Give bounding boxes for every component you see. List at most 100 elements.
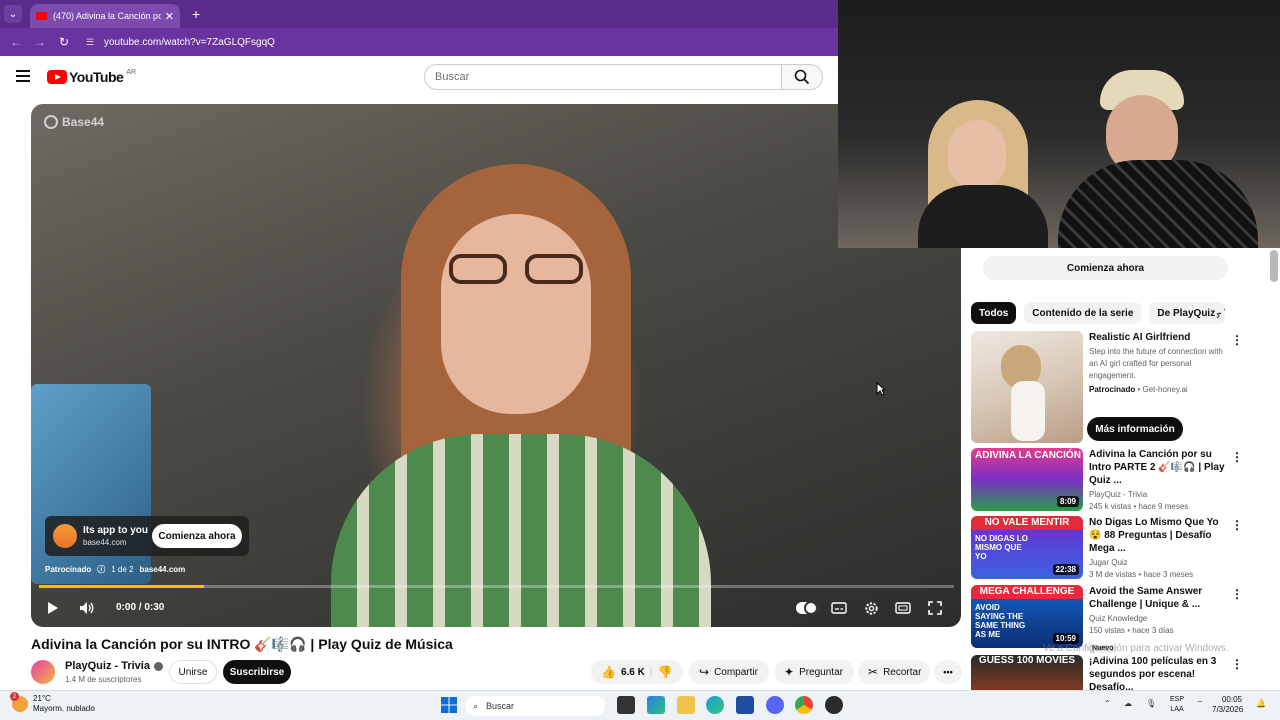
recommendation-item[interactable]: ADIVINA LA CANCIÓN 8:09 Adivina la Canci… bbox=[971, 448, 1243, 511]
like-dislike-group: 👍 6.6 K | 👎 bbox=[591, 660, 683, 684]
tray-wifi-icon[interactable]: ⌔ bbox=[1196, 699, 1204, 709]
channel-avatar[interactable] bbox=[31, 660, 55, 684]
ad-site-link[interactable]: base44.com bbox=[139, 565, 185, 574]
weather-widget[interactable]: 2 21°C Mayorm. nublado bbox=[10, 692, 95, 714]
rec-stats: 3 M de vistas • hace 3 meses bbox=[1089, 570, 1194, 579]
chip-all[interactable]: Todos bbox=[971, 302, 1017, 324]
tab-list-chevron-icon[interactable]: ⌄ bbox=[4, 5, 22, 23]
tray-mic-icon[interactable]: 🎙 bbox=[1146, 699, 1156, 708]
taskbar-search[interactable]: ⌕ Buscar bbox=[465, 696, 605, 716]
rec-channel[interactable]: PlayQuiz - Trivia bbox=[1089, 489, 1227, 501]
input-language[interactable]: ESP LAA bbox=[1170, 695, 1184, 715]
chip-from-channel[interactable]: De PlayQuiz - Tr bbox=[1149, 302, 1226, 324]
weather-desc: Mayorm. nublado bbox=[33, 704, 95, 713]
ad-domain-label: Get-honey.ai bbox=[1142, 385, 1188, 394]
ask-button[interactable]: ✦ Preguntar bbox=[774, 660, 854, 684]
tab-close-icon[interactable]: ✕ bbox=[165, 10, 174, 23]
webcam-person-left-body bbox=[918, 185, 1048, 248]
menu-icon[interactable] bbox=[16, 70, 30, 82]
like-count[interactable]: 6.6 K bbox=[621, 667, 645, 678]
back-arrow-icon[interactable]: ← bbox=[4, 35, 28, 49]
discord-icon[interactable] bbox=[766, 696, 784, 714]
subscribe-button[interactable]: Suscribirse bbox=[223, 660, 291, 684]
video-thumbnail[interactable]: NO VALE MENTIR NO DIGAS LO MISMO QUE YO … bbox=[971, 516, 1083, 579]
rec-title[interactable]: Adivina la Canción por su Intro PARTE 2 … bbox=[1089, 448, 1227, 487]
video-thumbnail[interactable]: MEGA CHALLENGE AVOID SAYING THE SAME THI… bbox=[971, 585, 1083, 648]
ad-title[interactable]: Realistic AI Girlfriend bbox=[1089, 331, 1227, 344]
copilot-icon[interactable] bbox=[647, 696, 665, 714]
webcam-person-right-body bbox=[1058, 160, 1258, 248]
ad-sponsor-line: Patrocinado ⓘ 1 de 2 base44.com bbox=[45, 564, 185, 575]
browser-tab[interactable]: (470) Adivina la Canción por su INTRO ✕ bbox=[30, 4, 180, 28]
play-button[interactable] bbox=[43, 599, 63, 617]
recommendation-item[interactable]: MEGA CHALLENGE AVOID SAYING THE SAME THI… bbox=[971, 585, 1243, 653]
clip-button[interactable]: ✂ Recortar bbox=[858, 660, 930, 684]
theater-mode-button[interactable] bbox=[893, 599, 913, 617]
chrome-icon[interactable] bbox=[795, 696, 813, 714]
channel-name[interactable]: PlayQuiz - Trivia bbox=[65, 660, 163, 672]
ad-overlay-card[interactable]: Its app to you base44.com Comienza ahora bbox=[45, 516, 249, 556]
kebab-menu-icon[interactable]: ⋮ bbox=[1231, 333, 1243, 347]
notifications-bell-icon[interactable]: 🔔 bbox=[1256, 699, 1266, 708]
reload-icon[interactable]: ↻ bbox=[52, 35, 76, 49]
info-icon[interactable]: ⓘ bbox=[97, 564, 105, 575]
ad-count: 1 de 2 bbox=[111, 565, 134, 574]
progress-bar[interactable] bbox=[39, 585, 954, 588]
ad-cta-button[interactable]: Comienza ahora bbox=[152, 524, 242, 548]
obs-icon[interactable] bbox=[825, 696, 843, 714]
rec-title[interactable]: Avoid the Same Answer Challenge | Unique… bbox=[1089, 585, 1227, 611]
file-explorer-icon[interactable] bbox=[677, 696, 695, 714]
rec-title[interactable]: No Digas Lo Mismo Que Yo 😵 88 Preguntas … bbox=[1089, 516, 1227, 555]
store-icon[interactable] bbox=[736, 696, 754, 714]
rec-title[interactable]: ¡Adivina 100 películas en 3 segundos por… bbox=[1089, 655, 1227, 690]
site-info-icon[interactable]: ☰ bbox=[86, 37, 98, 48]
subtitles-button[interactable] bbox=[829, 599, 849, 617]
task-view-icon[interactable] bbox=[617, 696, 635, 714]
forward-arrow-icon[interactable]: → bbox=[28, 35, 52, 49]
video-thumbnail[interactable]: ADIVINA LA CANCIÓN 8:09 bbox=[971, 448, 1083, 511]
settings-button[interactable] bbox=[861, 599, 881, 617]
rec-channel[interactable]: Jugar Quiz bbox=[1089, 557, 1227, 569]
logo-wordmark: YouTube bbox=[69, 69, 124, 85]
rec-stats: 245 k vistas • hace 9 meses bbox=[1089, 502, 1189, 511]
more-actions-button[interactable]: ••• bbox=[934, 660, 962, 684]
join-button[interactable]: Unirse bbox=[169, 660, 217, 684]
kebab-menu-icon[interactable]: ⋮ bbox=[1231, 518, 1243, 532]
base44-logo-icon bbox=[44, 115, 58, 129]
rec-channel[interactable]: Quiz Knowledge bbox=[1089, 613, 1227, 625]
kebab-menu-icon[interactable]: ⋮ bbox=[1231, 450, 1243, 464]
verified-icon bbox=[153, 661, 163, 671]
autoplay-toggle[interactable] bbox=[796, 601, 818, 615]
system-clock[interactable]: 00:05 7/3/2026 bbox=[1212, 695, 1243, 715]
recommendation-item[interactable]: NO VALE MENTIR NO DIGAS LO MISMO QUE YO … bbox=[971, 516, 1243, 579]
windows-start-icon[interactable] bbox=[440, 696, 458, 714]
volume-button[interactable] bbox=[77, 599, 97, 617]
kebab-menu-icon[interactable]: ⋮ bbox=[1231, 657, 1241, 671]
new-tab-button[interactable]: + bbox=[192, 6, 200, 22]
duration-badge: 22:38 bbox=[1052, 564, 1079, 575]
chips-next-chevron-icon[interactable]: › bbox=[1216, 308, 1220, 322]
theater-mode-icon bbox=[895, 602, 911, 614]
taskbar-search-icon: ⌕ bbox=[473, 700, 479, 711]
search-input[interactable]: Buscar bbox=[424, 64, 782, 90]
sidebar-ad-cta-button[interactable]: Comienza ahora bbox=[983, 256, 1228, 280]
kebab-menu-icon[interactable]: ⋮ bbox=[1231, 587, 1243, 601]
dislike-icon[interactable]: 👎 bbox=[657, 665, 672, 679]
ad-learn-more-button[interactable]: Más información bbox=[1087, 417, 1183, 441]
video-thumbnail[interactable]: GUESS 100 MOVIES bbox=[971, 655, 1083, 690]
share-button[interactable]: ↪ Compartir bbox=[689, 660, 769, 684]
search-button[interactable] bbox=[781, 64, 823, 90]
youtube-logo[interactable]: YouTube AR bbox=[47, 69, 136, 85]
page-scrollbar[interactable] bbox=[1270, 250, 1278, 282]
edge-icon[interactable] bbox=[706, 696, 724, 714]
ad-thumbnail[interactable] bbox=[971, 331, 1083, 443]
like-icon[interactable]: 👍 bbox=[601, 665, 616, 679]
address-bar[interactable]: ☰ youtube.com/watch?v=7ZaGLQFsgqQ bbox=[86, 31, 838, 53]
sidebar-ad[interactable]: Realistic AI Girlfriend Step into the fu… bbox=[971, 331, 1243, 443]
tray-network-icon[interactable]: ☁ bbox=[1124, 699, 1132, 708]
recommendation-item[interactable]: GUESS 100 MOVIES ¡Adivina 100 películas … bbox=[971, 655, 1241, 690]
tray-overflow-icon[interactable]: ⌃ bbox=[1104, 699, 1111, 708]
chip-series[interactable]: Contenido de la serie bbox=[1024, 302, 1142, 324]
fullscreen-button[interactable] bbox=[925, 599, 945, 617]
thumbnail-subtext: AVOID SAYING THE SAME THING AS ME bbox=[975, 603, 1026, 639]
